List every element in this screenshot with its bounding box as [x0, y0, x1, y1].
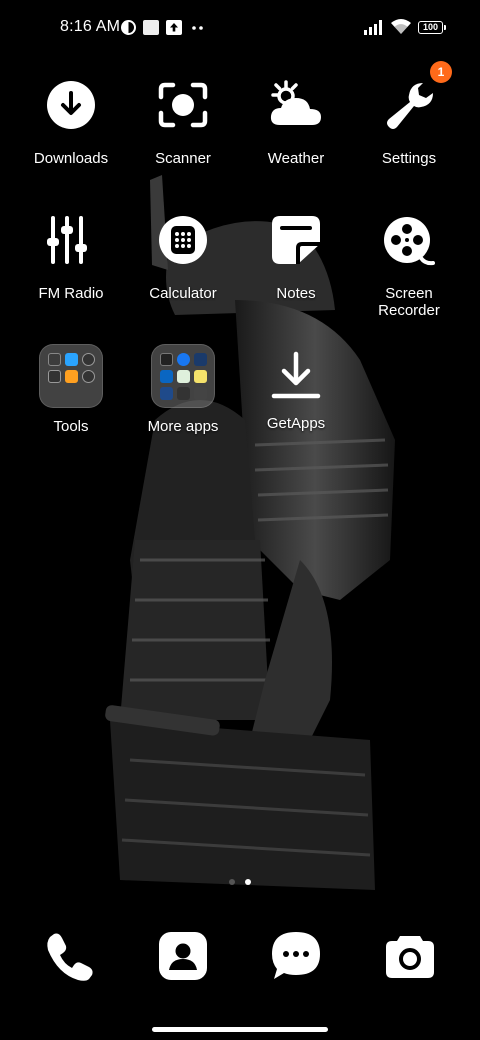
- status-bar: 8:16 AM 100: [0, 0, 480, 56]
- notes-icon: [272, 216, 320, 264]
- battery-icon: 100: [418, 21, 446, 34]
- vpn-icon: [121, 20, 136, 35]
- label-line-2: Recorder: [378, 302, 440, 319]
- label-line-1: Screen: [385, 285, 433, 302]
- more-dots-icon: [192, 26, 203, 30]
- wifi-icon: [391, 19, 411, 34]
- home-indicator[interactable]: [152, 1027, 328, 1032]
- equalizer-icon: [47, 216, 87, 264]
- scanner-icon: [158, 82, 208, 128]
- app-settings[interactable]: Settings: [354, 79, 464, 167]
- weather-icon: [270, 80, 321, 125]
- clock: 8:16 AM: [60, 18, 121, 35]
- calculator-icon: [159, 216, 207, 264]
- folder-icon: [151, 344, 215, 408]
- app-label: FM Radio: [38, 285, 104, 302]
- wrench-icon: [387, 83, 433, 129]
- upload-icon: [166, 20, 182, 35]
- app-label: Screen Recorder: [354, 285, 464, 319]
- page-dot-1[interactable]: [229, 879, 235, 885]
- camera-icon[interactable]: [384, 930, 436, 982]
- signal-icon: [364, 20, 382, 35]
- app-label: Weather: [267, 150, 325, 167]
- download-icon: [47, 81, 95, 129]
- app-label: GetApps: [266, 415, 326, 432]
- contacts-icon[interactable]: [157, 930, 209, 982]
- square-notification-icon: [143, 20, 159, 35]
- app-label: Notes: [276, 285, 316, 302]
- app-weather[interactable]: Weather: [241, 79, 351, 167]
- app-label: Downloads: [33, 150, 109, 167]
- phone-icon[interactable]: [44, 930, 96, 982]
- getapps-download-icon: [271, 351, 321, 399]
- messages-icon[interactable]: [270, 930, 322, 982]
- app-label: Calculator: [149, 285, 217, 302]
- notification-badge: 1: [430, 61, 452, 83]
- page-dot-2-active[interactable]: [245, 879, 251, 885]
- folder-more-apps[interactable]: More apps: [128, 344, 238, 435]
- app-fm-radio[interactable]: FM Radio: [16, 214, 126, 302]
- folder-tools[interactable]: Tools: [16, 344, 126, 435]
- app-scanner[interactable]: Scanner: [128, 79, 238, 167]
- app-screen-recorder[interactable]: Screen Recorder: [354, 214, 464, 319]
- folder-icon: [39, 344, 103, 408]
- film-reel-icon: [384, 217, 435, 266]
- app-label: Settings: [381, 150, 437, 167]
- app-downloads[interactable]: Downloads: [16, 79, 126, 167]
- app-calculator[interactable]: Calculator: [128, 214, 238, 302]
- app-getapps[interactable]: GetApps: [241, 350, 351, 432]
- app-label: More apps: [147, 418, 219, 435]
- app-notes[interactable]: Notes: [241, 214, 351, 302]
- app-label: Tools: [53, 418, 89, 435]
- app-label: Scanner: [155, 150, 211, 167]
